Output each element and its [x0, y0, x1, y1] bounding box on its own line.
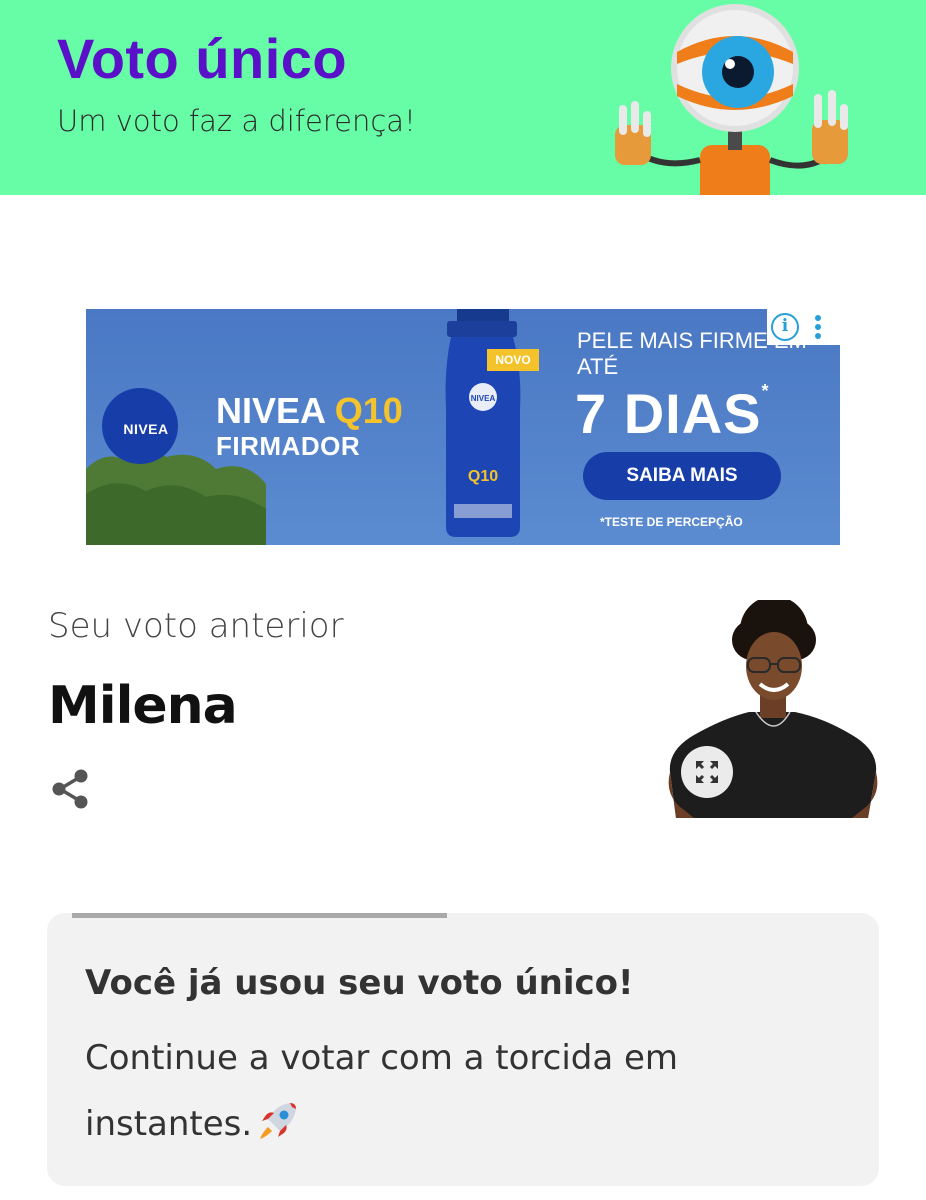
ad-logo: NIVEA: [123, 421, 169, 437]
previous-vote-label: Seu voto anterior: [48, 606, 344, 646]
ad-footnote: *TESTE DE PERCEPÇÃO: [600, 515, 743, 529]
page-title: Voto único: [57, 27, 348, 90]
ad-cta-button[interactable]: SAIBA MAIS: [583, 452, 781, 500]
ad-asterisk: *: [761, 381, 770, 401]
ad-banner[interactable]: NIVEA Q10 NIVEA NIVEA Q10 FIRMADOR NOVO …: [86, 309, 840, 545]
svg-text:Q10: Q10: [468, 468, 498, 485]
page-header: Voto único Um voto faz a diferença!: [0, 0, 926, 195]
ad-days: 7 DIAS*: [575, 381, 770, 446]
ad-brand-subline: FIRMADOR: [216, 431, 361, 461]
big-brother-eye-mascot-icon: [615, 4, 848, 195]
ad-brand-q10: Q10: [334, 390, 403, 431]
ad-brand-name: NIVEA: [216, 390, 325, 431]
ad-choices[interactable]: i: [767, 309, 840, 345]
expand-arrows-icon: [695, 760, 719, 784]
ad-brand: NIVEA Q10: [216, 393, 403, 429]
share-icon[interactable]: [50, 768, 92, 810]
ad-days-value: 7 DIAS: [575, 382, 762, 445]
notice-body: Continue a votar com a torcida em instan…: [85, 1025, 785, 1157]
expand-icon[interactable]: [681, 746, 733, 798]
page-subtitle: Um voto faz a diferença!: [57, 104, 416, 138]
svg-text:NIVEA: NIVEA: [471, 394, 496, 403]
progress-bar: [72, 913, 447, 918]
info-icon[interactable]: i: [771, 313, 799, 341]
more-vertical-icon[interactable]: [815, 315, 821, 339]
ad-badge: NOVO: [487, 349, 539, 371]
notice-title: Você já usou seu voto único!: [85, 963, 634, 1003]
notice-body-text: Continue a votar com a torcida em instan…: [85, 1038, 679, 1144]
rocket-icon: [260, 1103, 297, 1139]
vote-used-notice: Você já usou seu voto único! Continue a …: [47, 913, 879, 1186]
previous-vote-name: Milena: [48, 676, 238, 736]
